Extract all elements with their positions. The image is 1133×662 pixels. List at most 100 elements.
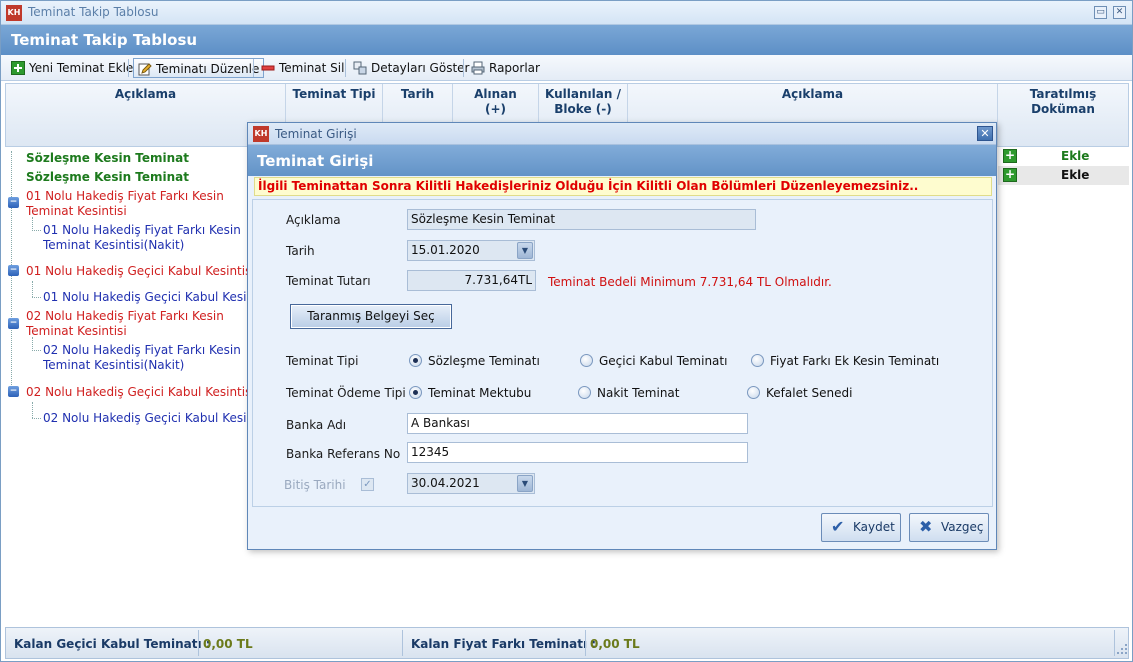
tree-item[interactable]: 02 Nolu Hakediş Fiyat Farkı Kesin Temina…	[43, 343, 251, 373]
radio-label: Teminat Mektubu	[428, 386, 532, 400]
bank-ref-field[interactable]: 12345	[407, 442, 748, 463]
date-label: Tarih	[286, 244, 315, 258]
chevron-down-icon[interactable]: ▼	[517, 242, 533, 259]
collapse-icon[interactable]: −	[8, 265, 19, 276]
tree-item[interactable]: 02 Nolu Hakediş Geçici Kabul Kesintisi	[26, 385, 255, 400]
edit-guarantee-label: Teminatı Düzenle	[156, 62, 260, 76]
window-titlebar: KH Teminat Takip Tablosu ▭ ✕	[1, 1, 1132, 25]
remaining-price-diff-label: Kalan Fiyat Farkı Teminatı :	[411, 637, 597, 651]
radio-contract-guarantee[interactable]: Sözleşme Teminatı	[409, 354, 540, 368]
delete-guarantee-button[interactable]: Teminat Sil	[257, 58, 348, 78]
printer-icon	[471, 61, 485, 75]
tree-item[interactable]: 01 Nolu Hakediş Fiyat Farkı Kesin Temina…	[43, 223, 251, 253]
show-details-button[interactable]: Detayları Göster	[349, 58, 473, 78]
radio-price-diff-guarantee[interactable]: Fiyat Farkı Ek Kesin Teminatı	[751, 354, 939, 368]
end-date-value: 30.04.2021	[411, 476, 480, 490]
radio-icon	[747, 386, 760, 399]
add-icon: +	[1003, 167, 1017, 182]
resize-grip-icon[interactable]	[1117, 644, 1127, 654]
tree-item[interactable]: 02 Nolu Hakediş Fiyat Farkı Kesin Temina…	[26, 309, 251, 339]
app-icon: KH	[253, 126, 269, 142]
save-button[interactable]: ✔ Kaydet	[821, 513, 901, 542]
reports-button[interactable]: Raporlar	[467, 58, 544, 78]
doc-add-row[interactable]: + Ekle	[998, 166, 1129, 185]
doc-add-link[interactable]: Ekle	[1061, 149, 1089, 163]
close-icon[interactable]: ✕	[977, 126, 993, 141]
collapse-icon[interactable]: −	[8, 318, 19, 329]
radio-letter-of-guarantee[interactable]: Teminat Mektubu	[409, 386, 531, 400]
status-bar: Kalan Geçici Kabul Teminatı : 0,00 TL Ka…	[5, 627, 1129, 659]
cancel-label: Vazgeç	[941, 520, 984, 534]
radio-selected-icon	[409, 386, 422, 399]
edit-icon	[138, 63, 152, 76]
tree-guide	[32, 281, 33, 297]
edit-guarantee-button[interactable]: Teminatı Düzenle	[133, 58, 265, 78]
toolbar-divider	[128, 59, 129, 77]
guarantee-type-label: Teminat Tipi	[286, 354, 359, 368]
page-header: Teminat Takip Tablosu	[1, 25, 1132, 55]
dialog-title: Teminat Girişi	[275, 127, 357, 141]
date-value: 15.01.2020	[411, 243, 480, 257]
date-picker[interactable]: 15.01.2020 ▼	[407, 240, 535, 261]
dialog-heading: Teminat Girişi	[257, 152, 374, 170]
save-label: Kaydet	[853, 520, 895, 534]
payment-type-label: Teminat Ödeme Tipi	[286, 386, 406, 400]
add-guarantee-button[interactable]: Yeni Teminat Ekle	[7, 58, 137, 78]
close-icon[interactable]: ✕	[1113, 6, 1126, 19]
tree-item[interactable]: Sözleşme Kesin Teminat	[26, 170, 189, 185]
remaining-provisional-value: 0,00 TL	[203, 637, 253, 651]
show-details-label: Detayları Göster	[371, 61, 470, 75]
end-date-checkbox[interactable]: ✓	[361, 478, 374, 491]
amount-field[interactable]: 7.731,64TL	[407, 270, 536, 291]
add-icon: +	[1003, 148, 1017, 163]
tree-guide	[32, 297, 41, 298]
remaining-price-diff-value: 0,00 TL	[590, 637, 640, 651]
remaining-provisional-label: Kalan Geçici Kabul Teminatı :	[14, 637, 211, 651]
bank-ref-label: Banka Referans No	[286, 447, 401, 461]
amount-hint: Teminat Bedeli Minimum 7.731,64 TL Olmal…	[548, 275, 832, 289]
end-date-picker[interactable]: 30.04.2021 ▼	[407, 473, 535, 494]
amount-label: Teminat Tutarı	[286, 274, 371, 288]
status-divider	[402, 630, 403, 656]
bank-name-label: Banka Adı	[286, 418, 347, 432]
radio-cash-guarantee[interactable]: Nakit Teminat	[578, 386, 680, 400]
status-divider	[198, 630, 199, 656]
tree-guide	[32, 350, 41, 351]
toolbar-divider	[345, 59, 346, 77]
tree-item[interactable]: 01 Nolu Hakediş Geçici Kabul Kesintisi(N…	[43, 290, 251, 305]
tree-guide	[32, 337, 33, 351]
bank-name-field[interactable]: A Bankası	[407, 413, 748, 434]
select-scanned-document-button[interactable]: Taranmış Belgeyi Seç	[290, 304, 452, 329]
check-icon: ✔	[831, 517, 845, 536]
add-icon	[11, 61, 25, 75]
doc-add-row[interactable]: + Ekle	[998, 147, 1129, 166]
collapse-icon[interactable]: −	[8, 386, 19, 397]
add-guarantee-label: Yeni Teminat Ekle	[29, 61, 134, 75]
tree-item[interactable]: 02 Nolu Hakediş Geçici Kabul Kesintisi(N…	[43, 411, 251, 426]
radio-selected-icon	[409, 354, 422, 367]
tree-item[interactable]: 01 Nolu Hakediş Fiyat Farkı Kesin Temina…	[26, 189, 251, 219]
radio-surety-bond[interactable]: Kefalet Senedi	[747, 386, 852, 400]
tree-guide	[32, 230, 41, 231]
description-label: Açıklama	[286, 213, 341, 227]
dialog-footer: ✔ Kaydet ✖ Vazgeç	[252, 509, 993, 547]
page-title: Teminat Takip Tablosu	[11, 31, 198, 49]
app-icon: KH	[6, 5, 22, 21]
chevron-down-icon[interactable]: ▼	[517, 475, 533, 492]
doc-add-link[interactable]: Ekle	[1061, 168, 1089, 182]
column-scanned-doc[interactable]: Taratılmış Doküman	[998, 84, 1128, 146]
radio-label: Fiyat Farkı Ek Kesin Teminatı	[770, 354, 940, 368]
scanned-doc-column: + Ekle + Ekle	[998, 147, 1129, 187]
tree-item[interactable]: Sözleşme Kesin Teminat	[26, 151, 189, 166]
details-icon	[353, 61, 367, 75]
radio-icon	[580, 354, 593, 367]
restore-icon[interactable]: ▭	[1094, 6, 1107, 19]
cancel-button[interactable]: ✖ Vazgeç	[909, 513, 989, 542]
collapse-icon[interactable]: −	[8, 197, 19, 208]
tree-guide	[32, 402, 33, 418]
radio-provisional-guarantee[interactable]: Geçici Kabul Teminatı	[580, 354, 727, 368]
tree-item[interactable]: 01 Nolu Hakediş Geçici Kabul Kesintisi	[26, 264, 255, 279]
end-date-label: Bitiş Tarihi	[284, 478, 346, 492]
description-field[interactable]: Sözleşme Kesin Teminat	[407, 209, 756, 230]
column-description[interactable]: Açıklama	[6, 84, 286, 146]
